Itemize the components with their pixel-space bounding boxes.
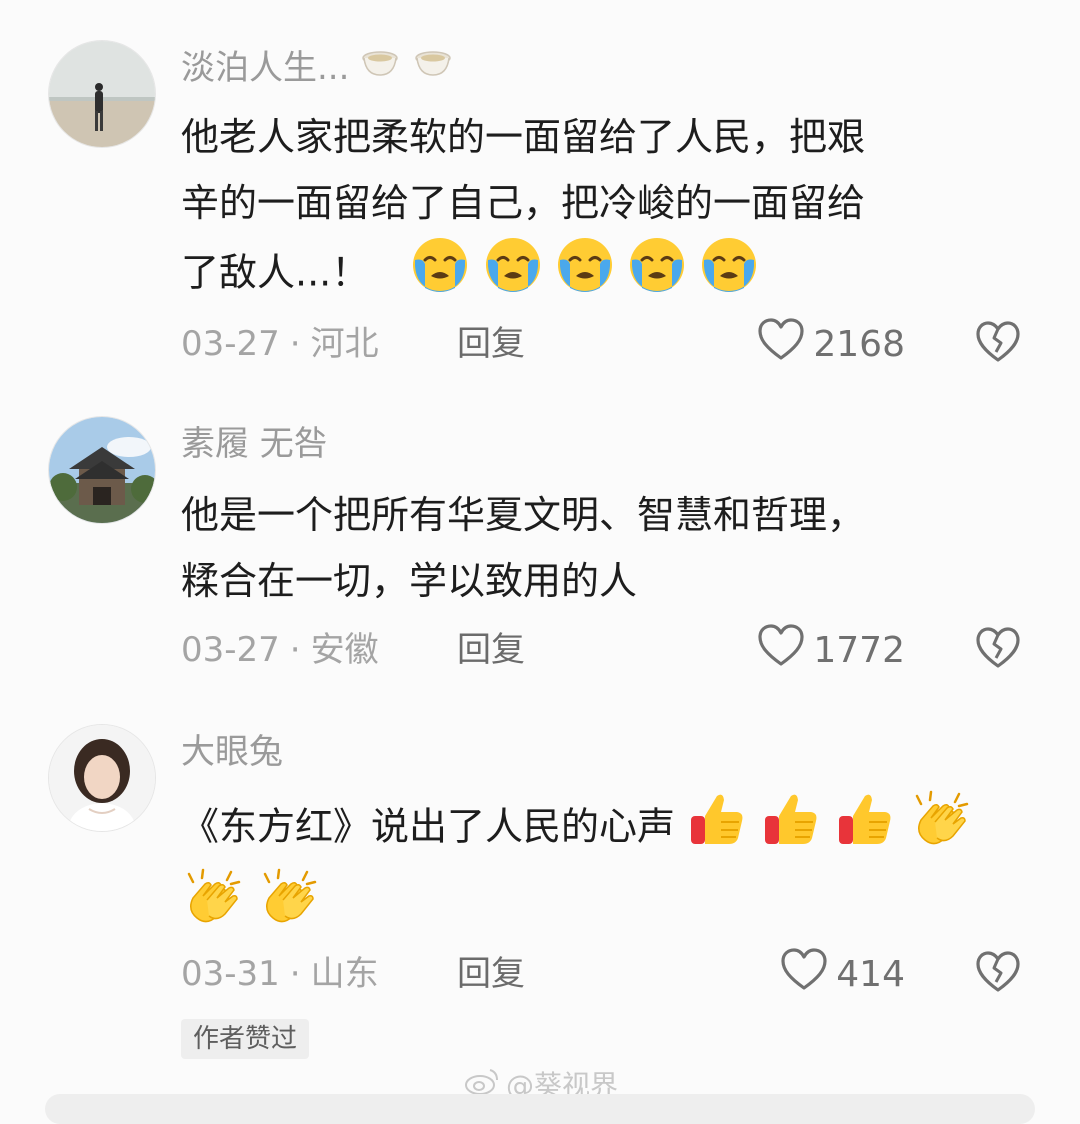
reply-button[interactable]: 回复	[457, 316, 525, 372]
broken-heart-icon	[975, 627, 1021, 673]
thumbs-up-icon	[761, 790, 821, 868]
thumbs-up-icon	[835, 790, 895, 868]
clapping-hands-icon	[181, 868, 243, 946]
comment-location: 安徽	[310, 630, 379, 670]
reply-button[interactable]: 回复	[457, 622, 525, 678]
clapping-hands-icon	[257, 868, 319, 946]
dislike-button[interactable]	[974, 316, 1022, 372]
comment-date: 03-31	[181, 954, 280, 994]
username[interactable]: 大眼兔	[181, 724, 283, 780]
heart-icon	[780, 947, 836, 1001]
thumbs-up-icon	[687, 790, 747, 868]
loudly-crying-face-icon	[556, 236, 614, 314]
dislike-button[interactable]	[974, 946, 1022, 1002]
loudly-crying-face-icon	[411, 236, 469, 314]
loudly-crying-face-icon	[628, 236, 686, 314]
comment-text: 《东方红》说出了人民的心声	[181, 790, 1021, 946]
tea-cup-icon	[360, 41, 400, 98]
comment-date: 03-27	[181, 324, 280, 364]
comment-date: 03-27	[181, 630, 280, 670]
reply-button[interactable]: 回复	[457, 946, 525, 1002]
comment-location: 山东	[310, 954, 379, 994]
like-count: 2168	[813, 323, 905, 365]
username[interactable]: 淡泊人生...	[181, 40, 455, 96]
username[interactable]: 素履 无咎	[181, 416, 328, 472]
avatar[interactable]	[48, 416, 156, 524]
broken-heart-icon	[975, 321, 1021, 367]
comment-text: 他老人家把柔软的一面留给了人民，把艰 辛的一面留给了自己，把冷峻的一面留给 了敌…	[181, 104, 1021, 314]
like-button[interactable]: 2168	[757, 316, 905, 372]
author-liked-badge: 作者赞过	[181, 1019, 310, 1059]
loudly-crying-face-icon	[484, 236, 542, 314]
like-count: 1772	[813, 629, 905, 671]
avatar[interactable]	[48, 724, 156, 832]
avatar[interactable]	[48, 40, 156, 148]
loudly-crying-face-icon	[700, 236, 758, 314]
broken-heart-icon	[975, 951, 1021, 997]
like-count: 414	[836, 953, 905, 995]
comment-location: 河北	[310, 324, 379, 364]
like-button[interactable]: 414	[780, 946, 905, 1002]
comment-meta: 03-27 · 安徽	[181, 630, 379, 670]
clapping-hands-icon	[909, 790, 971, 868]
heart-icon	[757, 317, 813, 371]
comment-text: 他是一个把所有华夏文明、智慧和哲理， 糅合在一切，学以致用的人	[181, 493, 866, 603]
dislike-button[interactable]	[974, 622, 1022, 678]
like-button[interactable]: 1772	[757, 622, 905, 678]
comment-input-bar[interactable]	[45, 1094, 1035, 1124]
comment-meta: 03-27 · 河北	[181, 324, 379, 364]
comment-meta: 03-31 · 山东	[181, 954, 379, 994]
heart-icon	[757, 623, 813, 677]
tea-cup-icon	[413, 41, 453, 98]
